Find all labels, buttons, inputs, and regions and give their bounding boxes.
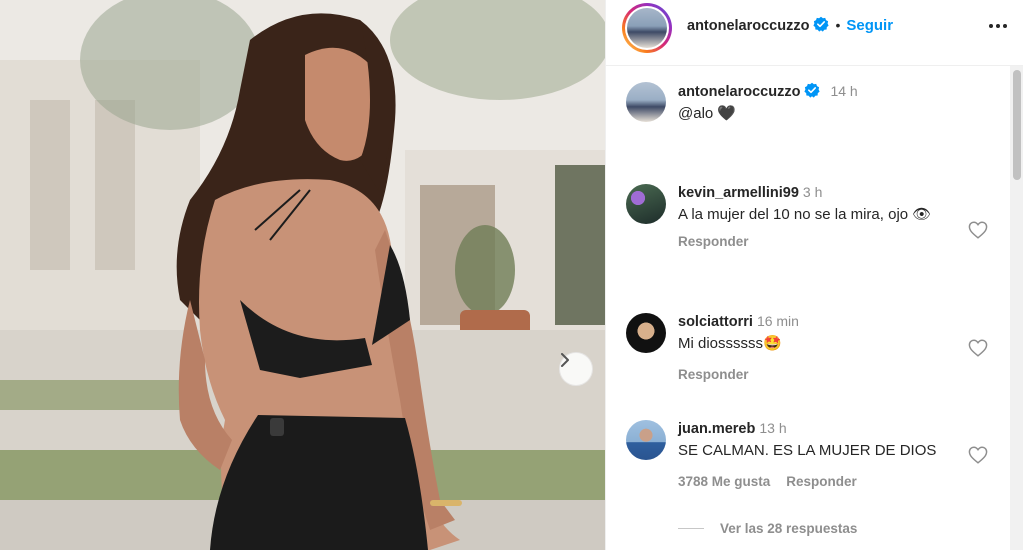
comment-text: Mi diossssss🤩 [678,335,782,352]
heart-icon[interactable] [968,339,988,357]
separator-dot: • [835,17,841,33]
comment-item: solciattorri 16 min Mi diossssss🤩 Respond… [626,313,1006,393]
likes-count[interactable]: 3788 Me gusta [678,474,770,489]
reply-button[interactable]: Responder [678,367,749,382]
comment-time[interactable]: 3 h [803,184,822,200]
comment-item: kevin_armellini99 3 h A la mujer del 10 n… [626,184,1006,284]
post-caption: antonelaroccuzzo 14 h @alo 🖤 [626,82,1006,132]
story-avatar[interactable] [622,3,672,53]
comment-text: SE CALMAN. ES LA MUJER DE DIOS [678,442,937,459]
replies-divider [678,528,704,529]
chevron-right-icon [561,353,569,367]
avatar[interactable] [626,313,666,353]
verified-badge-icon [804,82,821,98]
follow-button[interactable]: Seguir [846,17,893,34]
post-photo [0,0,605,550]
avatar[interactable] [626,184,666,224]
comment-time[interactable]: 13 h [759,420,786,436]
more-options-icon[interactable] [986,16,1010,36]
heart-icon[interactable] [968,221,988,239]
caption-time[interactable]: 14 h [830,83,857,99]
avatar [627,8,667,48]
view-replies-button[interactable]: Ver las 28 respuestas [678,521,857,536]
header-user-row: antonelaroccuzzo • Seguir [687,16,893,35]
post-header: antonelaroccuzzo • Seguir [606,0,1023,66]
view-replies-label: Ver las 28 respuestas [720,521,858,536]
next-image-button[interactable] [559,352,593,386]
comment-actions: Responder [678,367,968,382]
photo-illustration [0,0,605,550]
reply-button[interactable]: Responder [786,474,857,489]
comment-actions: 3788 Me gusta Responder [678,474,968,489]
comment-item: juan.mereb 13 h SE CALMAN. ES LA MUJER DE… [626,420,1006,500]
scrollbar[interactable] [1010,66,1023,550]
comment-username[interactable]: kevin_armellini99 [678,185,799,201]
post-username[interactable]: antonelaroccuzzo [687,18,809,34]
comment-username[interactable]: juan.mereb [678,421,755,437]
heart-icon[interactable] [968,446,988,464]
scrollbar-thumb[interactable] [1013,70,1021,180]
avatar[interactable] [626,82,666,122]
comment-actions: Responder [678,234,968,249]
comment-text: A la mujer del 10 no se la mira, ojo 👁 [678,206,932,223]
avatar[interactable] [626,420,666,460]
post-side-panel: antonelaroccuzzo • Seguir antonelaroccuzzo… [605,0,1023,550]
caption-username[interactable]: antonelaroccuzzo [678,84,800,100]
caption-text: @alo 🖤 [678,105,737,122]
verified-badge-icon [813,16,830,32]
reply-button[interactable]: Responder [678,234,749,249]
comment-username[interactable]: solciattorri [678,314,753,330]
comment-time[interactable]: 16 min [757,313,799,329]
